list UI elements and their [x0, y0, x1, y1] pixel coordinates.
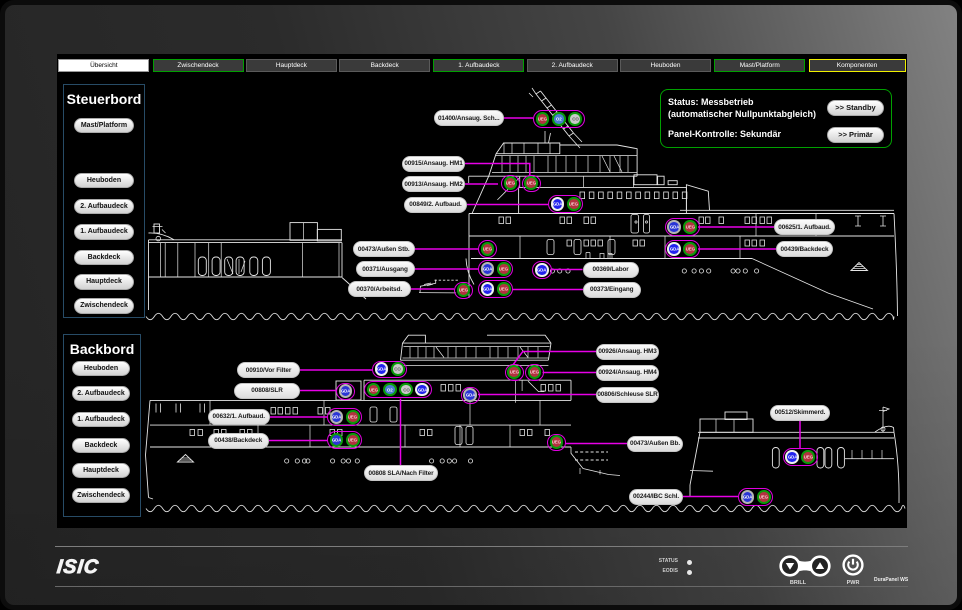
svg-text:BRILL: BRILL: [790, 580, 807, 586]
svg-text:PWR: PWR: [847, 580, 860, 586]
